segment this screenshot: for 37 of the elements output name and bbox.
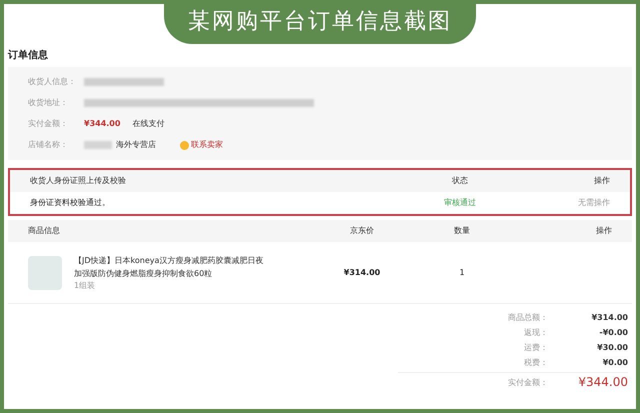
- total-label: 税费：: [523, 357, 548, 369]
- column-header: 商品信息: [28, 225, 61, 237]
- chat-icon: [180, 140, 189, 150]
- total-value: -¥0.00: [598, 327, 628, 339]
- column-header: 操作: [595, 225, 612, 237]
- total-label: 实付金额：: [507, 376, 548, 388]
- product-photo-placeholder: [28, 256, 62, 290]
- section-title: 订单信息: [6, 48, 49, 63]
- field-label: 收货地址：: [28, 97, 69, 109]
- banner-title: 某网购平台订单信息截图: [164, 4, 476, 44]
- blurred-text: [84, 141, 112, 149]
- field-label: 店铺名称：: [28, 139, 69, 151]
- column-header: 操作: [593, 175, 610, 187]
- product-spec: 1组装: [74, 280, 96, 292]
- column-header: 数量: [453, 225, 471, 237]
- total-label: 商品总额：: [507, 312, 548, 324]
- status-text: 审核通过: [443, 197, 477, 209]
- column-header: 状态: [451, 175, 469, 187]
- column-header: 收货人身份证照上传及校验: [30, 175, 127, 187]
- column-header: 京东价: [349, 225, 375, 237]
- field-label: 实付金额：: [28, 118, 69, 130]
- payment-method: 在线支付: [132, 118, 164, 130]
- table-cell-text: 身份证资料校验通过。: [30, 197, 111, 209]
- table-cell-text: 无需操作: [577, 197, 610, 209]
- shop-name: 海外专营店: [116, 139, 156, 151]
- total-value: ¥30.00: [596, 342, 628, 354]
- total-label: 返现：: [523, 327, 548, 339]
- field-label: 收货人信息：: [28, 76, 77, 88]
- price-cell-text: ¥314.00: [342, 266, 382, 278]
- contact-seller-link[interactable]: 联系卖家: [180, 139, 223, 151]
- total-value: ¥0.00: [602, 357, 628, 369]
- total-value: ¥314.00: [590, 312, 628, 324]
- total-label: 运费：: [523, 342, 548, 354]
- amount-value: ¥344.00: [84, 118, 120, 130]
- paid-amount: ¥344.00: [577, 375, 628, 390]
- quantity-cell-text: 1: [458, 266, 466, 278]
- product-title[interactable]: 【JD快递】日本koneya汉方瘦身减肥药胶囊减肥日夜加强版防伪健身燃脂瘦身抑制食欲60粒: [74, 254, 264, 280]
